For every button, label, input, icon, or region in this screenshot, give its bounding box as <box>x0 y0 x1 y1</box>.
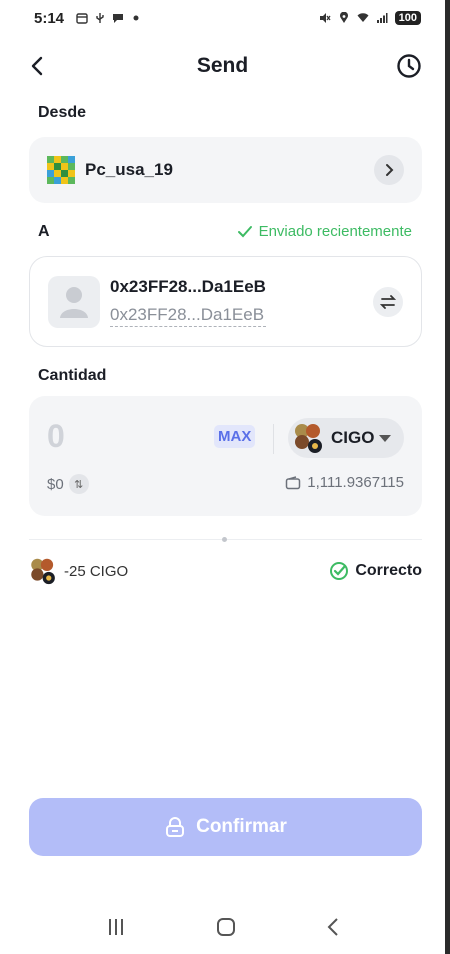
screen-edge <box>445 0 450 954</box>
recipient-address[interactable]: 0x23FF28...Da1EeB <box>110 305 266 327</box>
from-label: Desde <box>38 104 87 121</box>
page-title: Send <box>196 54 249 77</box>
wallet-icon <box>285 475 301 489</box>
to-label: A <box>38 223 50 240</box>
amount-label: Cantidad <box>38 367 107 384</box>
wallet-name: Pc_usa_19 <box>85 160 173 179</box>
history-clock-icon[interactable] <box>395 52 423 80</box>
cigo-token-icon <box>295 424 322 453</box>
contact-avatar <box>48 275 100 328</box>
currency-toggle-icon[interactable]: ⇅ <box>68 474 89 494</box>
recipient-card[interactable]: 0x23FF28...Da1EeB 0x23FF28...Da1EeB <box>29 256 422 347</box>
caret-down-icon <box>379 434 392 442</box>
wifi-icon <box>357 13 369 22</box>
wallet-avatar <box>47 156 75 184</box>
confirm-button[interactable]: Confirmar <box>29 798 422 856</box>
system-icons: 100 <box>319 11 421 25</box>
send-screen: 5:14 100 Send Desde Pc_usa_19 A Enviado … <box>0 0 445 954</box>
usd-amount: $0 <box>47 475 64 493</box>
chat-icon <box>113 14 124 23</box>
header: Send <box>0 44 445 88</box>
validation-label: Correcto <box>355 562 422 579</box>
back-nav-icon[interactable] <box>326 917 340 937</box>
usd-value: $0 ⇅ <box>47 474 89 494</box>
cigo-token-icon <box>31 558 55 585</box>
token-balance: 1,111.9367115 <box>285 474 404 491</box>
token-selector[interactable]: CIGO <box>288 418 404 458</box>
back-arrow-icon[interactable] <box>26 54 50 78</box>
from-wallet-selector[interactable]: Pc_usa_19 <box>29 137 422 203</box>
recipient-name: 0x23FF28...Da1EeB <box>110 276 266 296</box>
swap-address-button[interactable] <box>373 286 403 317</box>
recent-apps-icon[interactable] <box>106 919 126 935</box>
mute-icon <box>319 13 331 23</box>
check-circle-icon <box>330 562 349 580</box>
balance-value: 1,111.9367115 <box>307 474 404 491</box>
separator-dot <box>222 537 227 542</box>
location-icon <box>339 12 348 23</box>
status-bar: 5:14 100 <box>0 0 445 36</box>
recently-sent-indicator: Enviado recientemente <box>237 223 412 240</box>
lock-icon <box>166 817 185 837</box>
confirm-label: Confirmar <box>196 816 287 837</box>
fee-amount: -25 CIGO <box>64 562 129 580</box>
token-symbol: CIGO <box>331 428 375 447</box>
usb-icon <box>96 13 104 23</box>
signal-icon <box>376 13 388 23</box>
amount-input[interactable]: 0 <box>47 418 65 455</box>
notification-icons <box>76 12 142 24</box>
swap-arrows-icon <box>380 294 396 309</box>
person-icon <box>60 286 88 318</box>
chevron-right-icon <box>386 164 394 176</box>
divider <box>273 424 274 454</box>
fee-row: -25 CIGO Correcto <box>29 557 422 585</box>
status-time: 5:14 <box>34 9 65 27</box>
recently-sent-label: Enviado recientemente <box>258 223 412 240</box>
max-button[interactable]: MAX <box>214 425 256 448</box>
amount-card: 0 MAX CIGO $0 ⇅ 1,111.9367115 <box>29 396 422 516</box>
system-nav-bar <box>0 900 445 954</box>
wallet-chevron-button[interactable] <box>374 155 404 185</box>
calendar-icon <box>76 13 88 24</box>
home-icon[interactable] <box>216 918 235 936</box>
check-icon <box>237 225 252 237</box>
battery-indicator: 100 <box>394 11 421 25</box>
recipient-address-group: 0x23FF28...Da1EeB 0x23FF28...Da1EeB <box>110 277 266 327</box>
validation-status: Correcto <box>329 561 422 581</box>
dot-icon <box>133 15 139 21</box>
